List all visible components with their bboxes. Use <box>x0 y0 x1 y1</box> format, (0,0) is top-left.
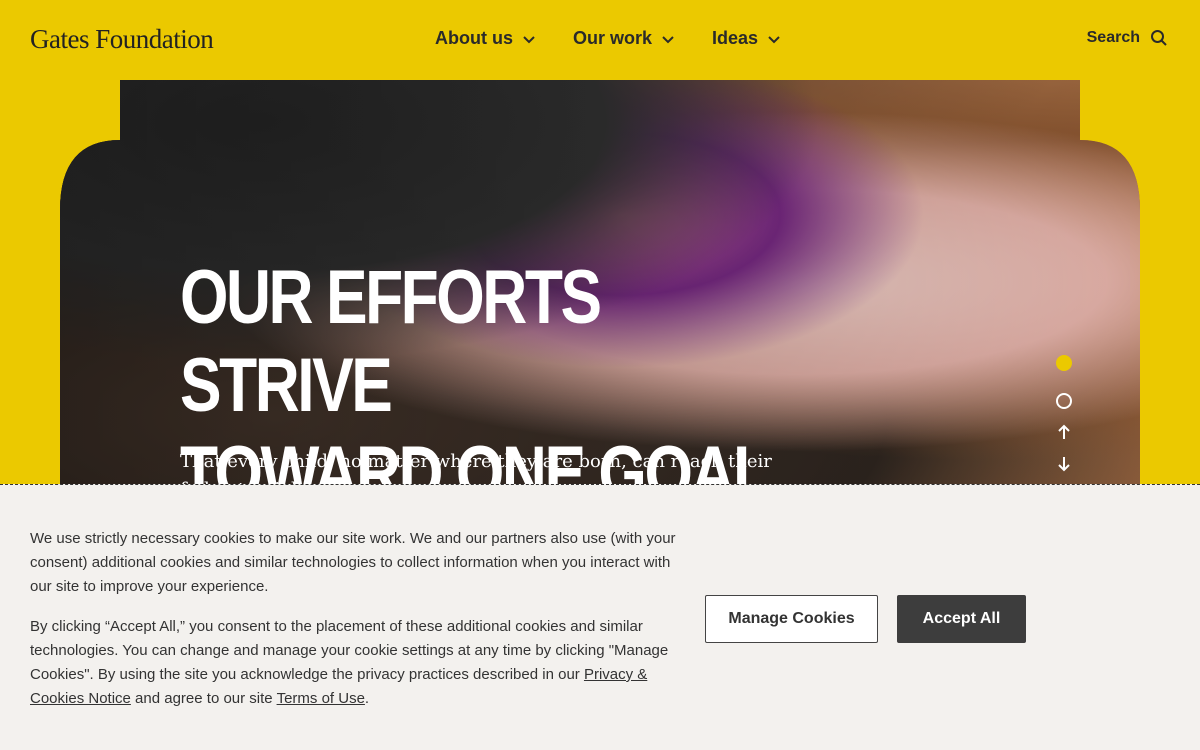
hero-section: OUR EFFORTS STRIVE TOWARD ONE GOAL That … <box>60 80 1140 500</box>
cookie-paragraph-2: By clicking “Accept All,” you consent to… <box>30 618 669 707</box>
terms-of-use-link[interactable]: Terms of Use <box>277 690 365 707</box>
site-header: Gates Foundation About us Our work Ideas… <box>0 0 1200 80</box>
cookie-paragraph-1: We use strictly necessary cookies to mak… <box>30 530 676 595</box>
slide-pagination <box>1055 355 1073 473</box>
hero-title-line1: OUR EFFORTS STRIVE <box>180 255 602 428</box>
manage-cookies-button[interactable]: Manage Cookies <box>705 595 878 643</box>
cookie-banner: We use strictly necessary cookies to mak… <box>0 484 1200 750</box>
slide-dot-active[interactable] <box>1056 355 1072 371</box>
slide-dot[interactable] <box>1056 393 1072 409</box>
chevron-down-icon <box>662 35 674 43</box>
accept-all-button[interactable]: Accept All <box>897 595 1026 643</box>
chevron-down-icon <box>523 35 535 43</box>
nav-item-label: About us <box>435 28 513 48</box>
search-icon <box>1151 30 1167 46</box>
chevron-down-icon <box>768 35 780 43</box>
nav-item-label: Ideas <box>712 28 759 48</box>
gates-foundation-logo[interactable]: Gates Foundation <box>30 24 214 55</box>
arrow-down-icon[interactable] <box>1055 455 1073 473</box>
main-nav: About us Our work Ideas <box>435 28 782 49</box>
nav-item-our-work[interactable]: Our work <box>573 28 676 49</box>
nav-item-label: Our work <box>573 28 653 48</box>
nav-item-ideas[interactable]: Ideas <box>712 28 782 49</box>
search-label: Search <box>1086 29 1140 46</box>
search-button[interactable]: Search <box>1087 29 1168 47</box>
nav-item-about-us[interactable]: About us <box>435 28 537 49</box>
cookie-text: We use strictly necessary cookies to mak… <box>30 527 680 711</box>
arrow-up-icon[interactable] <box>1055 423 1073 441</box>
